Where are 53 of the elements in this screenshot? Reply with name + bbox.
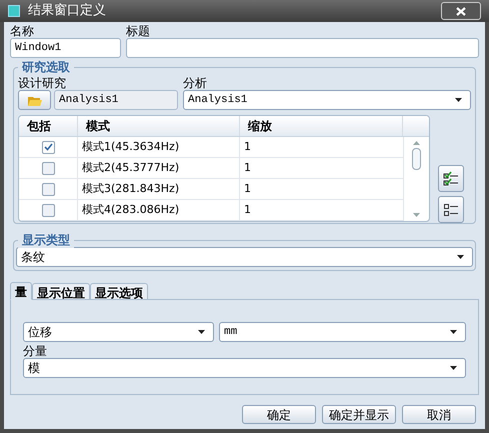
- field-label: 名称: [10, 24, 35, 38]
- table-cell-text: 1: [243, 202, 252, 218]
- include-checkbox[interactable]: [42, 182, 54, 196]
- group-legend: 显示类型: [18, 232, 74, 248]
- table-cell-text: 1: [243, 160, 252, 176]
- window-title: 结果窗口定义: [28, 2, 106, 20]
- deselect-all-button[interactable]: [438, 196, 464, 223]
- checklist-icon: [443, 170, 459, 186]
- quantity-dropdown[interactable]: 位移: [23, 322, 214, 342]
- include-checkbox[interactable]: [42, 140, 54, 154]
- table-cell-text: 1: [243, 138, 252, 155]
- open-button[interactable]: [18, 90, 51, 110]
- table-cell: 模式2(45.3777Hz): [78, 158, 240, 178]
- column-header[interactable]: 模式: [78, 116, 240, 136]
- name-field[interactable]: Window1: [10, 38, 121, 58]
- caret-icon: [450, 330, 457, 334]
- column-header[interactable]: 缩放: [240, 116, 403, 136]
- tab[interactable]: 显示位置: [32, 283, 90, 300]
- design-study-field: Analysis1: [54, 90, 178, 110]
- scroll-down-icon[interactable]: [413, 213, 420, 217]
- field-label: 分量: [23, 344, 47, 358]
- close-icon: [456, 6, 466, 16]
- include-checkbox[interactable]: [42, 162, 54, 174]
- field-label: 标题: [126, 24, 151, 38]
- analysis-dropdown[interactable]: Analysis1: [183, 90, 471, 110]
- caret-icon: [450, 366, 457, 370]
- column-header[interactable]: 包括: [19, 116, 78, 136]
- table-cell: 模式4(283.086Hz): [78, 200, 240, 220]
- caret-icon: [457, 255, 464, 259]
- dialog-button[interactable]: 确定并显示: [322, 405, 396, 424]
- field-label: 分析: [183, 76, 208, 90]
- include-checkbox[interactable]: [42, 204, 54, 216]
- caret-icon: [455, 98, 462, 102]
- display-type-dropdown[interactable]: 条纹: [16, 247, 473, 267]
- group-legend: 研究选取: [18, 59, 74, 75]
- scroll-up-icon[interactable]: [413, 141, 420, 145]
- app-icon: [8, 5, 20, 17]
- tab[interactable]: 量: [10, 282, 32, 300]
- table-cell: 模式1(45.3634Hz): [78, 137, 240, 157]
- caret-icon: [198, 330, 205, 334]
- scroll-thumb[interactable]: [412, 148, 421, 170]
- field-label: 设计研究: [18, 76, 67, 90]
- close-button[interactable]: [441, 2, 481, 20]
- select-all-button[interactable]: [438, 165, 464, 192]
- empty-list-icon: [443, 202, 459, 216]
- title-field[interactable]: [126, 38, 479, 58]
- table-cell: 模式3(281.843Hz): [78, 179, 240, 199]
- dialog-button[interactable]: 取消: [402, 405, 476, 424]
- unit-dropdown[interactable]: mm: [219, 322, 466, 342]
- table-cell-text: 1: [243, 180, 252, 197]
- dialog-button[interactable]: 确定: [242, 405, 316, 424]
- tab[interactable]: 显示选项: [90, 283, 148, 300]
- component-dropdown[interactable]: 模: [23, 358, 466, 378]
